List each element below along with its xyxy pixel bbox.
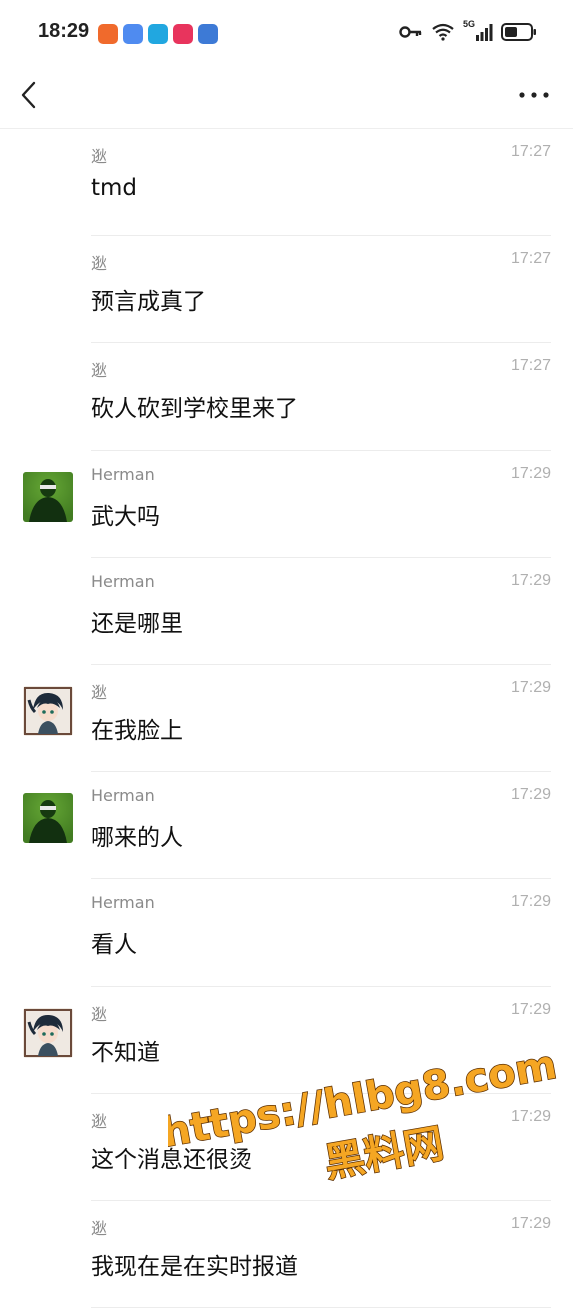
back-button[interactable] xyxy=(14,78,48,112)
app-icon-teal xyxy=(148,24,168,44)
message-time: 17:27 xyxy=(510,357,551,375)
app-icon-blue xyxy=(123,24,143,44)
message-item[interactable]: 逖 17:29 我现在是在实时报道 xyxy=(0,1201,573,1308)
message-item[interactable]: 逖 17:29 在我脸上 xyxy=(0,665,573,773)
sender-avatar[interactable] xyxy=(23,1007,73,1058)
vpn-key-icon xyxy=(399,26,422,38)
sender-avatar[interactable] xyxy=(23,685,73,736)
app-icon-navy xyxy=(198,24,218,44)
message-time: 17:29 xyxy=(510,678,551,696)
message-time: 17:27 xyxy=(510,250,551,268)
message-item[interactable]: 逖 17:27 预言成真了 xyxy=(0,236,573,344)
message-item[interactable]: 逖 17:29 这个消息还很烫 xyxy=(0,1094,573,1201)
message-sender: Herman xyxy=(91,464,155,484)
message-sender: Herman xyxy=(91,893,155,913)
message-text: 哪来的人 xyxy=(91,825,183,852)
message-item[interactable]: Herman 17:29 看人 xyxy=(0,879,573,987)
message-sender: 逖 xyxy=(91,254,108,274)
message-text: 看人 xyxy=(91,932,137,959)
message-sender: 逖 xyxy=(91,361,108,381)
message-text: 还是哪里 xyxy=(91,610,183,637)
message-text: 在我脸上 xyxy=(91,717,183,744)
app-icon-orange xyxy=(98,24,118,44)
chevron-left-icon xyxy=(21,81,36,109)
message-item[interactable]: 逖 17:27 砍人砍到学校里来了 xyxy=(0,343,573,451)
message-time: 17:29 xyxy=(510,1214,551,1232)
message-time: 17:29 xyxy=(510,893,551,911)
message-text: 我现在是在实时报道 xyxy=(91,1253,298,1280)
message-sender: Herman xyxy=(91,571,155,591)
app-icon-pink xyxy=(173,24,193,44)
message-sender: 逖 xyxy=(91,682,108,702)
message-time: 17:27 xyxy=(510,143,551,160)
battery-icon xyxy=(501,23,536,41)
more-options-button[interactable] xyxy=(517,80,551,110)
status-indicators: 5G xyxy=(399,19,537,42)
message-time: 17:29 xyxy=(510,464,551,482)
message-time: 17:29 xyxy=(510,786,551,804)
message-text: 砍人砍到学校里来了 xyxy=(91,396,298,423)
wifi-icon xyxy=(432,23,454,41)
more-dots-icon xyxy=(519,92,549,98)
message-sender: 逖 xyxy=(91,1111,108,1131)
message-sender: 逖 xyxy=(91,1004,108,1024)
sender-avatar[interactable] xyxy=(23,793,73,844)
status-time: 18:29 xyxy=(38,20,90,42)
message-text: 不知道 xyxy=(91,1039,160,1066)
sender-avatar[interactable] xyxy=(23,471,73,522)
message-time: 17:29 xyxy=(510,571,551,589)
status-bar: 18:29 5G xyxy=(0,0,573,66)
cellular-signal-icon: 5G xyxy=(463,19,493,42)
message-time: 17:29 xyxy=(510,1107,551,1125)
chat-header xyxy=(0,66,573,129)
message-sender: 逖 xyxy=(91,1218,108,1238)
message-text: 预言成真了 xyxy=(91,289,206,316)
message-item[interactable]: 逖 17:27 tmd xyxy=(0,129,573,237)
message-item[interactable]: Herman 17:29 武大吗 xyxy=(0,451,573,558)
message-item[interactable]: Herman 17:29 还是哪里 xyxy=(0,558,573,665)
message-text: 这个消息还很烫 xyxy=(91,1146,252,1173)
message-sender: 逖 xyxy=(91,147,108,166)
message-list[interactable]: 逖 17:27 tmd 逖 17:27 预言成真了逖 17:27 砍人砍到学校里来了 Herma… xyxy=(0,129,573,1308)
message-item[interactable]: 逖 17:29 不知道 xyxy=(0,987,573,1094)
message-text: tmd xyxy=(91,175,138,201)
message-sender: Herman xyxy=(91,786,155,806)
message-text: 武大吗 xyxy=(91,503,160,530)
status-app-icons xyxy=(98,24,218,44)
message-time: 17:29 xyxy=(510,1000,551,1018)
message-item[interactable]: Herman 17:29 哪来的人 xyxy=(0,772,573,880)
